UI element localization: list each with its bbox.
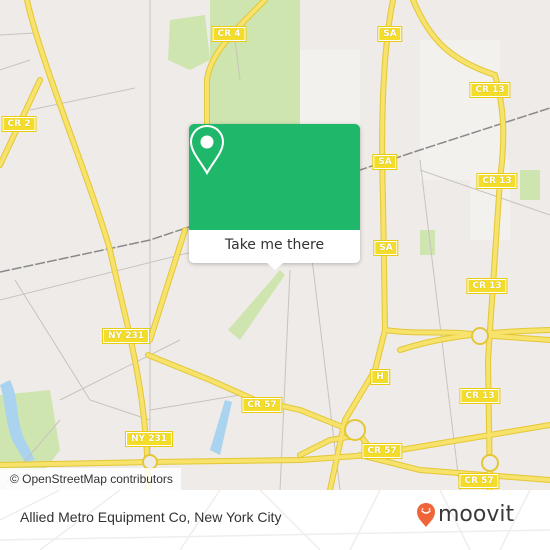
- map-canvas[interactable]: CR 4 CR 2 SA CR 13 SA CR 13 SA CR 13 NY …: [0, 0, 550, 490]
- route-shield-cr13: CR 13: [466, 278, 508, 294]
- map-pin-icon: [189, 124, 225, 176]
- water-body: [210, 400, 232, 455]
- park-area: [210, 0, 300, 135]
- location-popup: Take me there: [189, 124, 360, 270]
- route-shield-cr57: CR 57: [241, 397, 283, 413]
- place-name: Allied Metro Equipment Co, New York City: [20, 509, 282, 525]
- route-shield-cr4: CR 4: [211, 26, 247, 42]
- route-shield-cr13: CR 13: [469, 82, 511, 98]
- moovit-smiley-pin-icon: [417, 503, 435, 527]
- park-area: [168, 15, 210, 70]
- moovit-logo[interactable]: moovit: [416, 502, 514, 528]
- route-shield-sa: SA: [373, 240, 399, 256]
- route-shield-sa: SA: [372, 154, 398, 170]
- route-shield-cr57: CR 57: [361, 443, 403, 459]
- park-area: [228, 270, 285, 340]
- map-attribution[interactable]: © OpenStreetMap contributors: [0, 468, 181, 490]
- route-shield-cr13: CR 13: [459, 388, 501, 404]
- route-shield-sa: SA: [377, 26, 403, 42]
- route-shield-h: H: [370, 369, 390, 385]
- footer-bar: Allied Metro Equipment Co, New York City…: [0, 490, 550, 550]
- route-shield-cr2: CR 2: [1, 116, 37, 132]
- route-shield-ny231: NY 231: [102, 328, 150, 344]
- popup-header: [189, 124, 360, 230]
- moovit-wordmark: moovit: [438, 502, 515, 527]
- route-shield-ny231: NY 231: [125, 431, 173, 447]
- route-shield-cr57: CR 57: [458, 473, 500, 489]
- popup-pointer: [267, 263, 283, 270]
- take-me-there-button[interactable]: Take me there: [189, 230, 360, 263]
- route-shield-cr13: CR 13: [476, 173, 518, 189]
- park-area: [420, 230, 435, 255]
- park-area: [520, 170, 540, 200]
- landuse-patch: [470, 160, 510, 240]
